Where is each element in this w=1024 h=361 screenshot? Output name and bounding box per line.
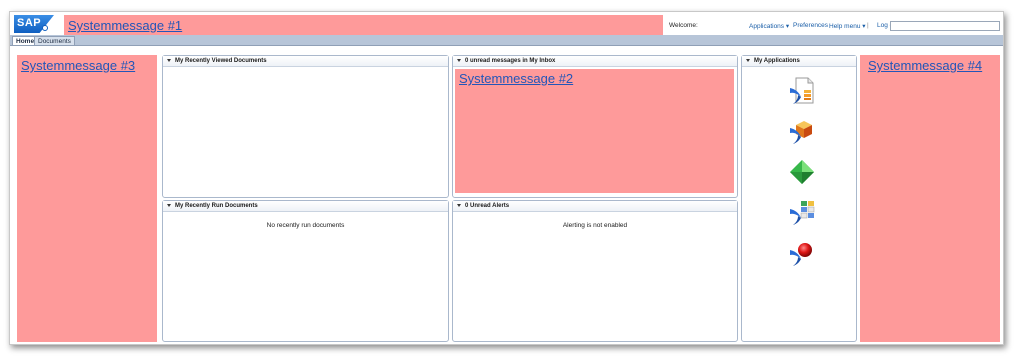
recently-viewed-header[interactable]: My Recently Viewed Documents <box>163 56 448 67</box>
recently-run-empty-text: No recently run documents <box>266 222 345 229</box>
tab-bar: Home Documents <box>10 35 1003 46</box>
inbox-panel: 0 unread messages in My Inbox Systemmess… <box>452 55 738 198</box>
applications-menu[interactable]: Applications ▾ <box>749 22 789 30</box>
collapse-triangle-icon[interactable] <box>746 58 750 62</box>
system-message-3-text: Systemmessage #3 <box>21 58 136 73</box>
alerts-header[interactable]: 0 Unread Alerts <box>453 201 737 212</box>
tab-documents[interactable]: Documents <box>34 36 75 45</box>
search-input[interactable] <box>890 21 1000 31</box>
system-message-1-text: Systemmessage #1 <box>68 18 183 33</box>
recently-run-title: My Recently Run Documents <box>175 203 258 209</box>
preferences-link[interactable]: Preferences <box>793 22 828 29</box>
system-message-2: Systemmessage #2 <box>455 69 734 193</box>
caret-down-icon: ▾ <box>785 23 790 30</box>
applications-body <box>742 67 856 342</box>
recently-viewed-title: My Recently Viewed Documents <box>175 58 267 64</box>
header-bar: SAP Systemmessage #1 Welcome: Applicatio… <box>10 12 1003 35</box>
caret-down-icon: ▾ <box>862 23 866 30</box>
inbox-body: Systemmessage #2 <box>453 67 737 197</box>
portal-window: SAP Systemmessage #1 Welcome: Applicatio… <box>9 11 1004 345</box>
alerts-empty-text: Alerting is not enabled <box>562 222 628 229</box>
home-content: Systemmessage #3 My Recently Viewed Docu… <box>10 46 1003 344</box>
applications-menu-label: Applications <box>749 23 785 30</box>
alerts-panel: 0 Unread Alerts Alerting is not enabled <box>452 200 738 342</box>
collapse-triangle-icon[interactable] <box>457 203 461 207</box>
help-menu[interactable]: Help menu ▾ <box>829 22 866 30</box>
system-message-3: Systemmessage #3 <box>17 55 157 342</box>
document-report-icon[interactable] <box>789 77 815 105</box>
grid-app-icon[interactable] <box>789 199 815 225</box>
recently-viewed-panel: My Recently Viewed Documents <box>162 55 449 198</box>
applications-title: My Applications <box>754 58 800 64</box>
cube-app-icon[interactable] <box>789 119 815 145</box>
system-message-2-text: Systemmessage #2 <box>459 71 574 86</box>
recently-run-panel: My Recently Run Documents No recently ru… <box>162 200 449 342</box>
recently-run-header[interactable]: My Recently Run Documents <box>163 201 448 212</box>
collapse-triangle-icon[interactable] <box>167 203 171 207</box>
sap-logo: SAP <box>14 15 54 33</box>
toolbar-separator: | <box>867 22 869 29</box>
welcome-label: Welcome: <box>669 22 698 29</box>
inbox-title: 0 unread messages in My Inbox <box>465 58 556 64</box>
green-diamond-icon[interactable] <box>789 159 815 185</box>
sap-logo-dot <box>42 25 48 31</box>
inbox-header[interactable]: 0 unread messages in My Inbox <box>453 56 737 67</box>
collapse-triangle-icon[interactable] <box>167 58 171 62</box>
applications-header[interactable]: My Applications <box>742 56 856 67</box>
collapse-triangle-icon[interactable] <box>457 58 461 62</box>
help-menu-label: Help menu <box>829 23 861 30</box>
system-message-4-text: Systemmessage #4 <box>868 58 983 73</box>
system-message-1: Systemmessage #1 <box>64 15 663 35</box>
applications-panel: My Applications <box>741 55 857 342</box>
red-sphere-icon[interactable] <box>789 241 815 267</box>
alerts-title: 0 Unread Alerts <box>465 203 510 209</box>
user-toolbar: Welcome: Applications ▾ Preferences Help… <box>666 15 1003 35</box>
system-message-4: Systemmessage #4 <box>860 55 1000 342</box>
sap-logo-text: SAP <box>17 17 42 29</box>
